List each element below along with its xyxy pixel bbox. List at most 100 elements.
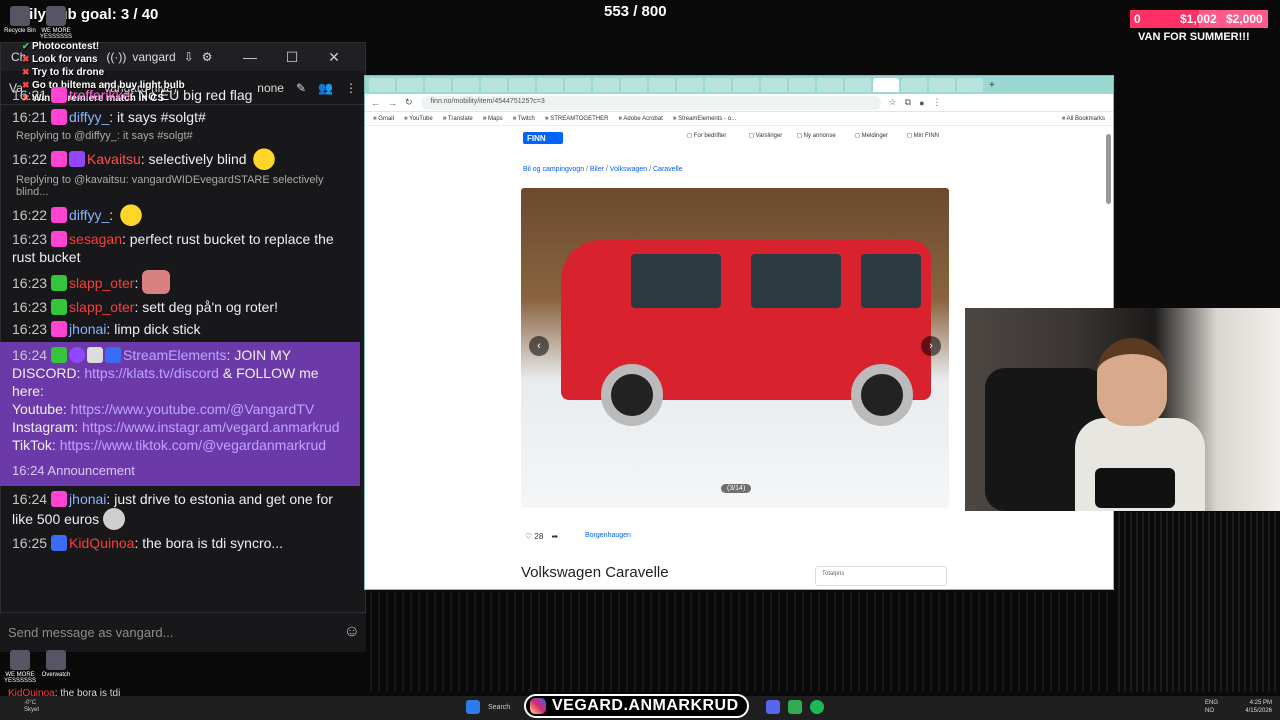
- browser-tab[interactable]: [425, 78, 451, 92]
- finn-nav-item[interactable]: ◻ Min FINN: [907, 132, 939, 139]
- browser-tab[interactable]: [509, 78, 535, 92]
- bookmark-item[interactable]: StreamElements - o...: [673, 116, 736, 122]
- chat-message[interactable]: 16:25 KidQuinoa: the bora is tdi syncro..…: [0, 532, 360, 554]
- favorite-button[interactable]: ♡ 28 ➦: [525, 532, 558, 541]
- desktop-icon-overwatch[interactable]: Overwatch: [36, 650, 76, 678]
- chat-message[interactable]: 16:23 slapp_oter:: [0, 268, 360, 296]
- browser-tab[interactable]: [817, 78, 843, 92]
- chat-message[interactable]: 16:23 slapp_oter: sett deg på'n og roter!: [0, 296, 360, 318]
- browser-tab[interactable]: [621, 78, 647, 92]
- spotify-icon[interactable]: [810, 700, 824, 714]
- bookmark-item[interactable]: Maps: [483, 116, 503, 122]
- youtube-link[interactable]: https://www.youtube.com/@VangardTV: [71, 401, 315, 417]
- forward-icon[interactable]: →: [388, 98, 397, 108]
- tiktok-link[interactable]: https://www.tiktok.com/@vegardanmarkrud: [60, 437, 326, 453]
- breadcrumb-link[interactable]: Volkswagen: [610, 166, 647, 173]
- breadcrumb-link[interactable]: Biler: [590, 166, 604, 173]
- chat-username[interactable]: StreamElements: [123, 347, 226, 363]
- breadcrumb-link[interactable]: Caravelle: [653, 166, 683, 173]
- browser-tab[interactable]: [901, 78, 927, 92]
- bookmark-item[interactable]: All Bookmarks: [1062, 116, 1105, 122]
- bookmark-item[interactable]: YouTube: [404, 116, 433, 122]
- chat-message[interactable]: 16:21 diffyy_: it says #solgt#: [0, 106, 360, 128]
- next-photo-button[interactable]: ›: [921, 336, 941, 356]
- chat-username[interactable]: sesagan: [69, 231, 122, 247]
- discord-link[interactable]: https://klats.tv/discord: [84, 365, 219, 381]
- taskbar-search[interactable]: Search: [488, 704, 510, 711]
- page-scrollbar[interactable]: [1106, 134, 1111, 204]
- browser-tab[interactable]: [733, 78, 759, 92]
- browser-tab[interactable]: [481, 78, 507, 92]
- browser-tab[interactable]: [957, 78, 983, 92]
- back-icon[interactable]: ←: [371, 98, 380, 108]
- chat-username[interactable]: KidQuinoa: [69, 535, 134, 551]
- chat-message[interactable]: 16:21 trefferikke: No EU big red flag: [0, 84, 360, 106]
- browser-tab[interactable]: [677, 78, 703, 92]
- chat-message-list[interactable]: 16:21 trefferikke: No EU big red flag 16:2…: [0, 84, 360, 606]
- finn-nav-item[interactable]: ◻ Meldinger: [855, 132, 888, 139]
- browser-tab[interactable]: [453, 78, 479, 92]
- browser-tab[interactable]: [705, 78, 731, 92]
- chat-username[interactable]: diffyy_: [69, 109, 109, 125]
- finn-nav-item[interactable]: ◻ Ny annonse: [797, 132, 836, 139]
- finn-logo[interactable]: FINN: [523, 132, 563, 144]
- gear-icon[interactable]: ⚙: [202, 50, 213, 64]
- bookmark-item[interactable]: Translate: [443, 116, 473, 122]
- share-icon[interactable]: ➦: [552, 532, 559, 541]
- listing-photo[interactable]: ‹ › (3/14): [521, 188, 949, 508]
- clock[interactable]: 4:25 PM 4/15/2026: [1245, 699, 1272, 715]
- browser-tab[interactable]: [397, 78, 423, 92]
- chat-username[interactable]: trefferikke: [69, 87, 130, 103]
- close-button[interactable]: ✕: [313, 49, 355, 66]
- download-icon[interactable]: ⇩: [184, 50, 194, 64]
- finn-nav-item[interactable]: ◻ Varslinger: [749, 132, 782, 139]
- browser-tab[interactable]: [565, 78, 591, 92]
- chat-input[interactable]: Send message as vangard... ☺: [0, 612, 366, 652]
- desktop-icon-we-more-bottom[interactable]: WE MORE YESSSSSS: [0, 650, 40, 684]
- chat-message[interactable]: 16:22 diffyy_:: [0, 200, 360, 228]
- chat-message[interactable]: 16:23 sesagan: perfect rust bucket to rep…: [0, 228, 360, 268]
- browser-tab[interactable]: [845, 78, 871, 92]
- extensions-icon[interactable]: ⧉: [905, 97, 911, 108]
- desktop-icon-we-more[interactable]: WE MORE YESSSSSS: [36, 6, 76, 40]
- weather-widget[interactable]: -0°C Skyet: [24, 700, 39, 714]
- menu-icon[interactable]: ⋮: [933, 97, 942, 108]
- chat-message[interactable]: 16:22 Kavaitsu: selectively blind: [0, 144, 360, 172]
- chat-username[interactable]: diffyy_: [69, 207, 109, 223]
- bookmark-item[interactable]: Adobe Acrobat: [618, 116, 662, 122]
- finn-nav-item[interactable]: ◻ For bedrifter: [687, 132, 726, 139]
- discord-icon[interactable]: [766, 700, 780, 714]
- reload-icon[interactable]: ↻: [405, 97, 413, 108]
- language-indicator[interactable]: ENG NO: [1205, 699, 1218, 715]
- instagram-link[interactable]: https://www.instagr.am/vegard.anmarkrud: [82, 419, 340, 435]
- bookmark-item[interactable]: Gmail: [373, 116, 394, 122]
- chat-username[interactable]: jhonai: [69, 491, 106, 507]
- browser-tab[interactable]: [761, 78, 787, 92]
- minimize-button[interactable]: —: [229, 49, 271, 65]
- windows-start-icon[interactable]: [466, 700, 480, 714]
- chat-username[interactable]: jhonai: [69, 321, 106, 337]
- address-bar[interactable]: finn.no/mobility/item/454475125?c=3: [420, 95, 881, 110]
- browser-tab[interactable]: [789, 78, 815, 92]
- chat-message[interactable]: 16:23 jhonai: limp dick stick: [0, 318, 360, 340]
- announcement-message[interactable]: 16:24 StreamElements: JOIN MY DISCORD: ht…: [0, 342, 360, 486]
- bookmark-item[interactable]: Twitch: [513, 116, 535, 122]
- location-link[interactable]: Borgenhaugen: [585, 532, 631, 539]
- new-tab-button[interactable]: +: [989, 80, 995, 91]
- browser-tab[interactable]: [593, 78, 619, 92]
- chat-username[interactable]: slapp_oter: [69, 299, 134, 315]
- previous-photo-button[interactable]: ‹: [529, 336, 549, 356]
- browser-tab-active[interactable]: [873, 78, 899, 92]
- bookmark-item[interactable]: STREAMTOGETHER: [545, 116, 608, 122]
- maximize-button[interactable]: ☐: [271, 49, 313, 66]
- bookmark-star-icon[interactable]: ☆: [889, 97, 897, 108]
- chat-message[interactable]: 16:24 jhonai: just drive to estonia and g…: [0, 488, 360, 532]
- chrome-icon[interactable]: [788, 700, 802, 714]
- desktop-icon-recycle-bin[interactable]: Recycle Bin: [0, 6, 40, 34]
- browser-tab[interactable]: [369, 78, 395, 92]
- browser-tab[interactable]: [929, 78, 955, 92]
- browser-tab[interactable]: [649, 78, 675, 92]
- chat-username[interactable]: slapp_oter: [69, 275, 134, 291]
- breadcrumb-link[interactable]: Bil og campingvogn: [523, 166, 584, 173]
- chat-username[interactable]: Kavaitsu: [87, 151, 141, 167]
